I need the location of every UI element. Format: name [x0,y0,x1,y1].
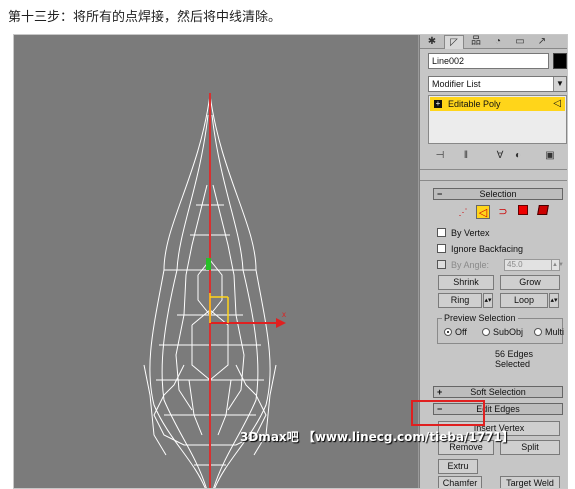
rollout-soft-selection-title: Soft Selection [470,387,526,397]
pin-stack-icon[interactable]: ⊣ [432,148,448,164]
loop-label: Loop [513,295,535,305]
tab-hierarchy[interactable]: 品 [466,35,486,49]
stack-toolbar: ⊣ ‖ ∀ ◐ ▣ [428,148,567,164]
extrude-button[interactable]: Extru [438,459,478,474]
preview-multi-label: Multi [545,327,565,337]
modifier-stack: + Editable Poly ◁ [428,95,567,144]
grow-button[interactable]: Grow [500,275,560,290]
by-vertex-label: By Vertex [451,228,490,238]
ignore-backfacing-checkbox[interactable]: Ignore Backfacing [437,243,523,255]
ring-label: Ring [450,295,470,305]
loop-button[interactable]: Loop ▴▾ [500,293,559,308]
polygon-icon[interactable] [516,205,530,219]
ring-button[interactable]: Ring ▴▾ [438,293,493,308]
ring-spinner-icon[interactable]: ▴▾ [483,293,493,308]
edge-icon[interactable]: ◁ [476,205,490,219]
loop-spinner-icon[interactable]: ▴▾ [549,293,559,308]
svg-text:x: x [282,310,286,319]
modifier-list-dropdown[interactable]: Modifier List ▼ [428,76,567,92]
perspective-viewport[interactable]: x [14,35,419,488]
preview-subobj-radio[interactable]: SubObj [482,327,523,337]
selected-vertex-marker [206,258,211,270]
divider [420,180,567,181]
chevron-down-icon[interactable]: ▼ [553,77,566,91]
show-end-result-icon[interactable]: ‖ [458,148,474,164]
ignore-backfacing-label: Ignore Backfacing [451,244,524,254]
object-color-swatch[interactable] [553,53,567,69]
angle-spinner[interactable]: 45.0 ▲▼ [504,259,564,271]
element-icon[interactable] [536,205,550,219]
by-vertex-checkbox[interactable]: By Vertex [437,227,490,239]
command-panel-tabs: ✱ ◸ 品 ◔ ▭ ↗ [420,35,567,49]
spinner-arrows-icon[interactable]: ▲▼ [551,260,564,270]
angle-value: 45.0 [507,260,523,269]
tab-create[interactable]: ✱ [422,35,442,49]
preview-selection-title: Preview Selection [442,313,518,323]
modifier-list-label: Modifier List [432,79,481,89]
object-name-input[interactable]: Line002 [428,53,549,69]
stack-item-editable-poly[interactable]: + Editable Poly ◁ [430,97,565,111]
vertex-icon[interactable]: ⋰ [456,205,470,219]
tab-utilities[interactable]: ↗ [532,35,552,49]
tab-motion[interactable]: ◔ [488,35,508,49]
remove-modifier-icon[interactable]: ◐ [510,148,526,164]
configure-sets-icon[interactable]: ▣ [542,148,558,164]
watermark: 3Dmax吧 【www.linecg.com/tieba/1771】 [240,430,514,444]
target-weld-button[interactable]: Target Weld [500,476,560,488]
rollout-selection[interactable]: − Selection [433,188,563,200]
shrink-button[interactable]: Shrink [438,275,494,290]
rollout-selection-title: Selection [479,189,517,199]
border-icon[interactable]: ⊃ [496,205,510,219]
preview-off-label: Off [455,327,467,337]
remove-highlight-box [411,400,485,426]
stack-item-label: Editable Poly [448,99,501,109]
tab-modify[interactable]: ◸ [444,35,464,49]
by-angle-checkbox[interactable]: By Angle: [437,259,489,271]
make-unique-icon[interactable]: ∀ [492,148,508,164]
expand-plus-icon: + [437,387,443,397]
preview-multi-radio[interactable]: Multi [534,327,564,337]
preview-off-radio[interactable]: Off [444,327,467,337]
transform-gizmo[interactable]: x [209,293,286,328]
selection-status: 56 Edges Selected [495,349,534,369]
by-angle-label: By Angle: [451,260,490,270]
divider [420,169,567,170]
edge-subobject-icon: ◁ [553,98,561,109]
rollout-soft-selection[interactable]: + Soft Selection [433,386,563,398]
wireframe-model: x [143,93,286,488]
chamfer-button[interactable]: Chamfer [438,476,482,488]
collapse-minus-icon: − [437,189,443,199]
tab-display[interactable]: ▭ [510,35,530,49]
step-caption: 第十三步：将所有的点焊接，然后将中线清除。 [8,10,282,25]
preview-subobj-label: SubObj [493,327,524,337]
expand-plus-icon[interactable]: + [434,100,442,108]
